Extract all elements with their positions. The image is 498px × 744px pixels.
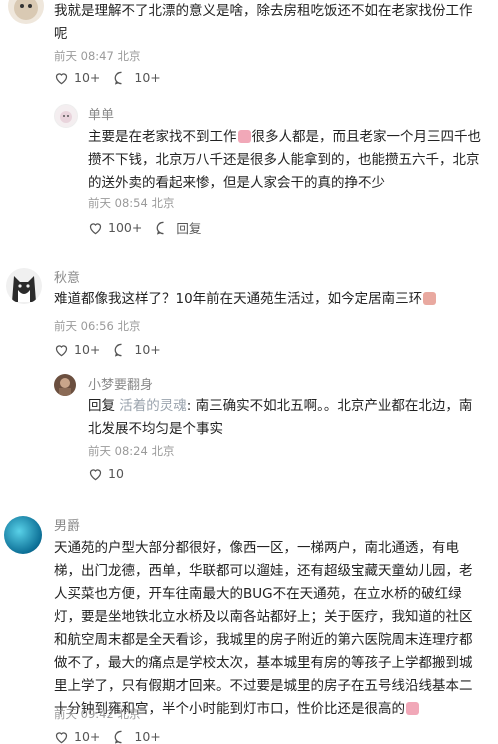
- comment-username[interactable]: 男爵: [54, 515, 80, 534]
- comment-actions: 10+ 10+: [54, 342, 175, 357]
- reply-count-button[interactable]: 10+: [114, 342, 161, 357]
- comment-text: 难道都像我这样了？10年前在天通苑生活过，如今定居南三环: [54, 288, 494, 311]
- avatar[interactable]: [6, 268, 42, 304]
- reply-username[interactable]: 单单: [88, 104, 114, 123]
- reply-time: 前天 08:24 北京: [88, 444, 175, 458]
- like-button[interactable]: 100+: [88, 220, 142, 235]
- comment-actions: 10+ 10+: [54, 729, 175, 744]
- reply-text: 主要是在老家找不到工作 很多人都是，而且老家一个月三四千也 攒不下钱，北京万八千还…: [88, 129, 481, 191]
- reply-actions: 100+ 回复: [88, 218, 215, 237]
- comment-time: 前天 08:47 北京: [54, 49, 141, 63]
- comment-bubble-icon: [115, 71, 122, 85]
- comment-bubble-icon: [115, 343, 122, 357]
- emoji-sticker-icon: [423, 292, 437, 305]
- comment-username[interactable]: 秋意: [54, 267, 80, 286]
- emoji-sticker-icon: [237, 130, 251, 143]
- like-button[interactable]: 10: [88, 466, 124, 481]
- reply-username[interactable]: 小梦要翻身: [88, 374, 153, 393]
- comment-time: 前天 09:42 北京: [54, 707, 141, 721]
- heart-icon: [89, 468, 102, 480]
- emoji-sticker-icon: [406, 702, 419, 715]
- reply-actions: 10: [88, 466, 138, 481]
- mention-link[interactable]: 活着的灵魂: [119, 398, 187, 414]
- like-button[interactable]: 10+: [54, 70, 100, 85]
- like-button[interactable]: 10+: [54, 342, 100, 357]
- avatar[interactable]: [4, 516, 42, 554]
- comment-bubble-icon: [115, 730, 122, 744]
- comment-bubble-icon: [156, 221, 164, 235]
- heart-icon: [55, 731, 68, 743]
- heart-icon: [89, 222, 102, 234]
- comment-actions: 10+ 10+: [54, 70, 175, 85]
- heart-icon: [55, 344, 68, 356]
- avatar[interactable]: [8, 0, 44, 24]
- reply-avatar[interactable]: [54, 104, 78, 128]
- reply-button[interactable]: 回复: [156, 218, 201, 237]
- comment-time: 前天 06:56 北京: [54, 319, 141, 333]
- comment-text: 我就是理解不了北漂的意义是啥，除去房租吃饭还不如在老家找份工作 呢: [54, 3, 473, 42]
- like-button[interactable]: 10+: [54, 729, 100, 744]
- reply-count-button[interactable]: 10+: [114, 70, 161, 85]
- heart-icon: [55, 72, 68, 84]
- reply-avatar[interactable]: [54, 374, 76, 396]
- reply-text: 回复 活着的灵魂: 南三确实不如北五啊。。北京产业都在北边，南 北发展不均匀是个…: [88, 398, 473, 437]
- reply-count-button[interactable]: 10+: [114, 729, 161, 744]
- reply-time: 前天 08:54 北京: [88, 196, 175, 210]
- comment-text: 天通苑的户型大部分都很好，像西一区，一梯两户，南北通透，有电 梯，出门龙德，西单…: [54, 540, 473, 717]
